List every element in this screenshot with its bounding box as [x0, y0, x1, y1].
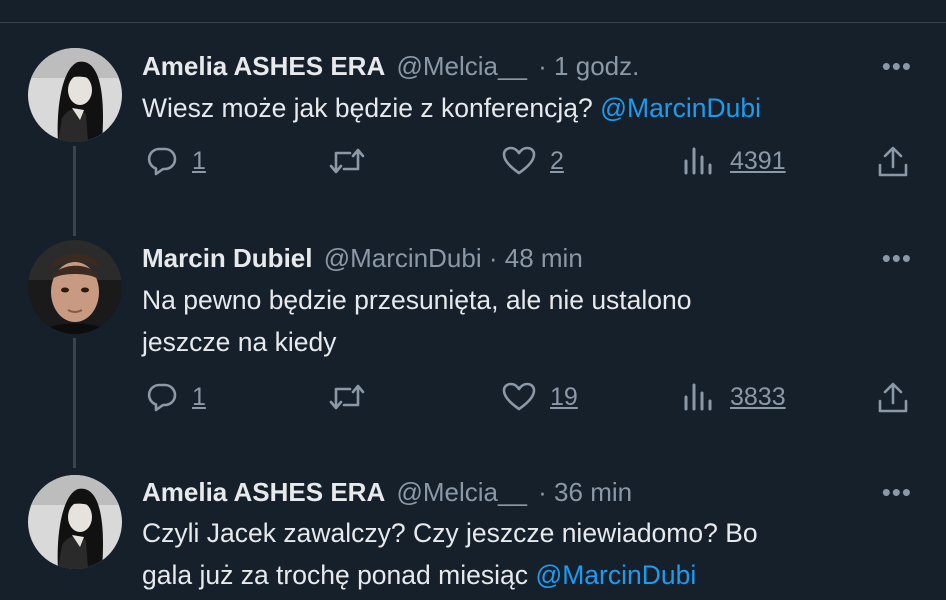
- share-button[interactable]: [876, 145, 910, 179]
- tweet-text-line: gala już za trochę ponad miesiąc: [142, 560, 528, 590]
- avatar[interactable]: [28, 48, 122, 142]
- avatar[interactable]: [28, 475, 122, 569]
- reply-icon: [146, 145, 178, 177]
- views-count: 4391: [730, 146, 786, 175]
- reply-count: 1: [192, 382, 206, 411]
- tweet-text-line: Na pewno będzie przesunięta, ale nie ust…: [142, 285, 692, 315]
- tweet-header: Marcin Dubiel @MarcinDubi · 48 min: [142, 243, 583, 273]
- author-handle[interactable]: @MarcinDubi: [324, 243, 482, 273]
- retweet-icon: [328, 381, 366, 413]
- reply-button[interactable]: 1: [146, 381, 206, 413]
- thread-line: [73, 146, 76, 236]
- timestamp[interactable]: 48 min: [505, 243, 583, 273]
- like-count: 2: [550, 146, 564, 175]
- like-button[interactable]: 2: [502, 145, 564, 177]
- tweet-actions: 1 2 4391: [142, 145, 922, 185]
- like-count: 19: [550, 382, 578, 411]
- timestamp[interactable]: 1 godz.: [554, 51, 639, 81]
- author-name[interactable]: Amelia ASHES ERA: [142, 477, 385, 507]
- thread-line: [73, 338, 76, 468]
- retweet-button[interactable]: [328, 381, 366, 413]
- heart-icon: [502, 145, 536, 177]
- tweet-actions: 1 19 3833: [142, 381, 922, 421]
- reply-count: 1: [192, 146, 206, 175]
- tweet-text-line-2: gala już za trochę ponad miesiąc @Marcin…: [142, 554, 912, 596]
- author-handle[interactable]: @Melcia__: [396, 51, 526, 81]
- tweet-header: Amelia ASHES ERA @Melcia__ · 36 min: [142, 477, 632, 507]
- more-icon[interactable]: •••: [882, 53, 912, 79]
- avatar[interactable]: [28, 240, 122, 334]
- views-button[interactable]: 3833: [682, 381, 786, 413]
- separator: ·: [538, 477, 547, 507]
- top-divider: [0, 22, 946, 23]
- retweet-icon: [328, 145, 366, 177]
- heart-icon: [502, 381, 536, 413]
- tweet-header: Amelia ASHES ERA @Melcia__ · 1 godz.: [142, 51, 639, 81]
- views-icon: [682, 381, 716, 413]
- share-icon: [876, 145, 910, 179]
- separator: ·: [488, 243, 498, 273]
- tweet-text-line: Wiesz może jak będzie z konferencją?: [142, 93, 593, 123]
- mention-link[interactable]: @MarcinDubi: [600, 93, 761, 123]
- views-icon: [682, 145, 716, 177]
- share-button[interactable]: [876, 381, 910, 415]
- views-count: 3833: [730, 382, 786, 411]
- reply-button[interactable]: 1: [146, 145, 206, 177]
- tweet-text-line: Czyli Jacek zawalczy? Czy jeszcze niewia…: [142, 518, 758, 548]
- tweet-text: Wiesz może jak będzie z konferencją? @Ma…: [142, 87, 912, 129]
- mention-link[interactable]: @MarcinDubi: [535, 560, 696, 590]
- views-button[interactable]: 4391: [682, 145, 786, 177]
- share-icon: [876, 381, 910, 415]
- author-handle[interactable]: @Melcia__: [396, 477, 526, 507]
- tweet-text: Czyli Jacek zawalczy? Czy jeszcze niewia…: [142, 512, 912, 596]
- tweet-text: Na pewno będzie przesunięta, ale nie ust…: [142, 279, 912, 363]
- author-name[interactable]: Marcin Dubiel: [142, 243, 312, 273]
- retweet-button[interactable]: [328, 145, 366, 177]
- like-button[interactable]: 19: [502, 381, 578, 413]
- separator: ·: [538, 51, 547, 81]
- tweet-text-line: jeszcze na kiedy: [142, 327, 337, 357]
- author-name[interactable]: Amelia ASHES ERA: [142, 51, 385, 81]
- more-icon[interactable]: •••: [882, 245, 912, 271]
- timestamp[interactable]: 36 min: [554, 477, 632, 507]
- more-icon[interactable]: •••: [882, 479, 912, 505]
- reply-icon: [146, 381, 178, 413]
